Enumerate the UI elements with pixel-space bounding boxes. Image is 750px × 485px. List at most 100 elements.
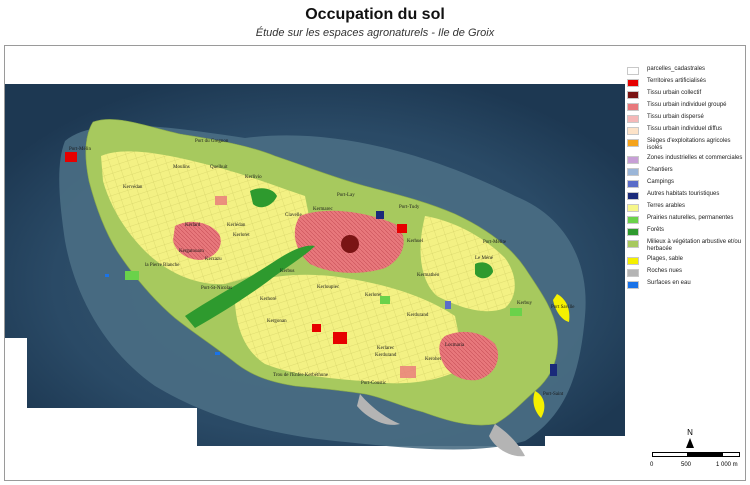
legend-item: Territoires artificialisés	[627, 78, 745, 87]
camping-area	[550, 364, 557, 376]
urban-patch	[400, 366, 416, 378]
place-label: Kerloupiec	[317, 285, 340, 290]
place-label: Kerloret	[365, 293, 382, 298]
place-label: Kerohet	[425, 357, 442, 362]
blank-corner-bottom	[27, 408, 197, 480]
legend-item: Zones industrielles et commerciales	[627, 155, 745, 164]
urban-collective-centre	[341, 235, 359, 253]
legend-swatch	[627, 269, 639, 277]
place-label: Kerbuy	[517, 301, 532, 306]
scale-tick: 0	[650, 462, 654, 468]
legend-item: Roches nues	[627, 268, 745, 277]
meadow-patch	[510, 308, 522, 316]
legend-label: Territoires artificialisés	[647, 78, 707, 84]
legend-label: parcelles_cadastrales	[647, 66, 706, 72]
place-label: Kergatouarn	[179, 249, 204, 254]
legend-item: Tissu urbain individuel groupé	[627, 102, 745, 111]
artificial-area	[333, 332, 347, 344]
place-label: Port du Gregnon	[195, 139, 229, 144]
place-label: Port-St-Nicolas	[201, 286, 232, 291]
legend-item: Tissu urbain individuel diffus	[627, 126, 745, 135]
legend-swatch	[627, 192, 639, 200]
legend-swatch	[627, 139, 639, 147]
map-legend: parcelles_cadastrales Territoires artific…	[627, 66, 745, 292]
place-label: Trou de l'Enfer-Kerbéthune	[273, 373, 329, 378]
artificial-area	[397, 224, 407, 233]
north-arrow: N	[684, 428, 696, 448]
urban-patch	[215, 196, 227, 205]
legend-label: Tissu urbain individuel groupé	[647, 102, 727, 108]
legend-label: Zones industrielles et commerciales	[647, 155, 743, 161]
artificial-area	[65, 152, 77, 162]
legend-swatch	[627, 281, 639, 289]
camping-area	[445, 301, 451, 309]
legend-item: Milieux à végétation arbustive et/ou her…	[627, 239, 745, 253]
legend-item: Campings	[627, 179, 745, 188]
legend-item: Sièges d'exploitations agricoles isolés	[627, 138, 745, 152]
place-label: Kerlarec	[377, 346, 395, 351]
legend-swatch	[627, 79, 639, 87]
place-label: Port-Lay	[337, 193, 355, 198]
scale-bar-segment-white	[722, 452, 740, 457]
blank-corner-left	[5, 338, 27, 480]
scale-tick: 500	[681, 462, 692, 468]
legend-label: Campings	[647, 179, 675, 185]
land-use-map[interactable]: Port-Mélin Port du Gregnon Moulins Quelh…	[5, 46, 625, 480]
legend-label: Roches nues	[647, 268, 683, 274]
place-label: la Pierre Blanche	[145, 263, 180, 268]
map-subtitle: Étude sur les espaces agronaturels - Ile…	[255, 27, 495, 39]
legend-label: Plages, sable	[647, 256, 684, 262]
legend-label: Chantiers	[647, 167, 673, 173]
place-label: Kerhoré	[260, 297, 277, 302]
place-label: Kergonan	[267, 319, 287, 324]
legend-label: Prairies naturelles, permanentes	[647, 215, 734, 221]
place-label: Port-Coustic	[361, 381, 387, 386]
scale-bar-segment-black	[687, 452, 723, 457]
blank-corner-right	[545, 436, 625, 480]
place-label: Locmaria	[445, 343, 465, 348]
legend-swatch	[627, 257, 639, 265]
place-label: Kerdurand	[375, 353, 397, 358]
place-label: Kerbus	[280, 269, 294, 274]
legend-label: Terres arables	[647, 203, 686, 209]
legend-swatch	[627, 115, 639, 123]
place-label: Kerlivio	[245, 175, 262, 180]
place-label: Kerlard	[185, 223, 201, 228]
place-label: Quelhuit	[210, 165, 228, 170]
water-surface	[105, 274, 109, 277]
place-label: Kerdurand	[407, 313, 429, 318]
legend-label: Tissu urbain individuel diffus	[647, 126, 723, 132]
legend-label: Sièges d'exploitations agricoles isolés	[647, 138, 731, 151]
legend-item: Plages, sable	[627, 256, 745, 265]
scale-bar-segment-white	[652, 452, 688, 457]
place-label: Port-Tudy	[399, 205, 420, 210]
legend-label: Tissu urbain collectif	[647, 90, 702, 96]
place-label: Port-Mélin	[69, 147, 91, 152]
legend-swatch	[627, 156, 639, 164]
legend-item: Tissu urbain dispersé	[627, 114, 745, 123]
place-label: Moulins	[173, 165, 190, 170]
legend-label: Milieux à végétation arbustive et/ou her…	[647, 239, 742, 252]
place-label: Kermarec	[313, 207, 333, 212]
legend-swatch	[627, 240, 639, 248]
legend-label: Tissu urbain dispersé	[647, 114, 704, 120]
legend-item: Prairies naturelles, permanentes	[627, 215, 745, 224]
legend-item: Terres arables	[627, 203, 745, 212]
legend-item: Forêts	[627, 227, 745, 236]
legend-swatch	[627, 204, 639, 212]
place-label: Le Méné	[475, 256, 494, 261]
scale-bar: 0 500 1 000 m	[650, 446, 745, 476]
map-title: Occupation du sol	[305, 6, 445, 23]
camping-area	[376, 211, 384, 219]
place-label: Port-Mélite	[483, 240, 507, 245]
place-label: Kerzazu	[205, 257, 222, 262]
legend-item: Surfaces en eau	[627, 280, 745, 289]
water-surface	[215, 352, 220, 355]
legend-item: Chantiers	[627, 167, 745, 176]
place-label: Kervédan	[123, 185, 143, 190]
legend-swatch	[627, 67, 639, 75]
legend-swatch	[627, 127, 639, 135]
legend-swatch	[627, 228, 639, 236]
artificial-area	[312, 324, 321, 332]
legend-swatch	[627, 180, 639, 188]
